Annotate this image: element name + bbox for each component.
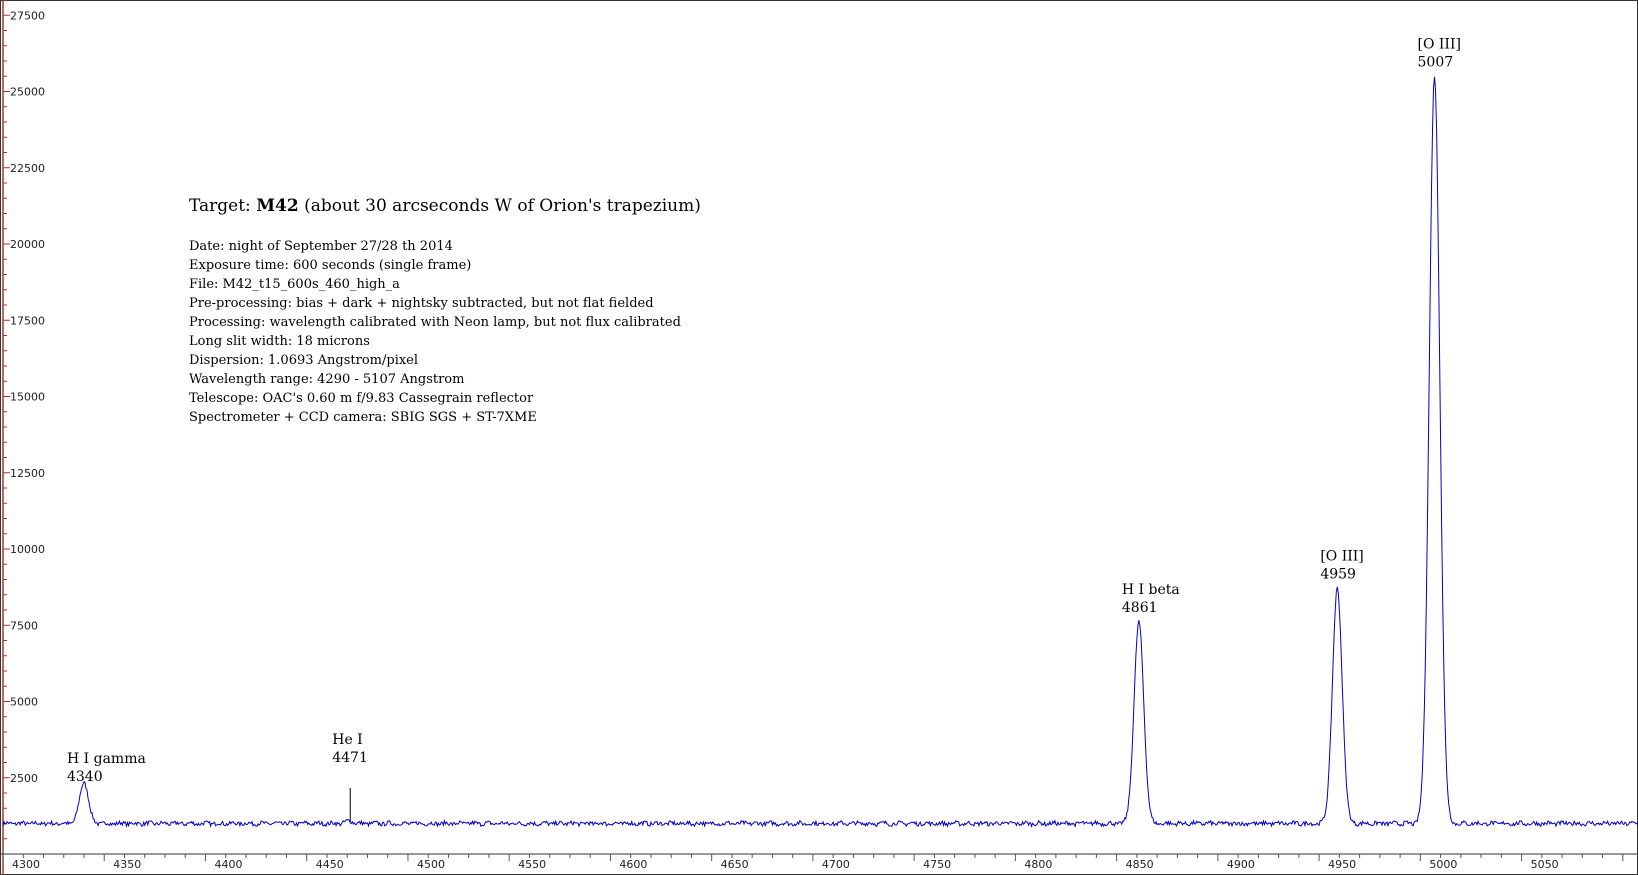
peak-label-name: H I beta [1122, 582, 1180, 598]
y-tick-label: 22500 [10, 162, 45, 175]
chart-border [0, 0, 1638, 875]
x-tick-label: 4900 [1227, 858, 1255, 871]
y-tick-label: 10000 [10, 543, 45, 556]
x-tick-label: 4450 [316, 858, 344, 871]
peak-label-wavelength: 4471 [332, 750, 368, 766]
target-title: Target: M42 (about 30 arcseconds W of Or… [189, 196, 701, 216]
x-tick-label: 4600 [619, 858, 647, 871]
info-line: Pre-processing: bias + dark + nightsky s… [189, 296, 654, 311]
y-tick-label: 12500 [10, 467, 45, 480]
x-tick-label: 4950 [1328, 858, 1356, 871]
peak-label-name: H I gamma [67, 751, 146, 767]
info-line: Processing: wavelength calibrated with N… [189, 315, 681, 330]
x-tick-label: 4400 [214, 858, 242, 871]
peak-label-name: [O III] [1418, 36, 1461, 52]
x-tick-label: 4750 [923, 858, 951, 871]
x-tick-label: 5050 [1531, 858, 1559, 871]
info-line: Telescope: OAC's 0.60 m f/9.83 Cassegrai… [189, 391, 534, 406]
x-tick-label: 4650 [721, 858, 749, 871]
peak-label-name: [O III] [1320, 549, 1363, 565]
y-tick-label: 20000 [10, 238, 45, 251]
info-line: Wavelength range: 4290 - 5107 Angstrom [189, 372, 464, 387]
peak-label-wavelength: 4959 [1320, 567, 1356, 583]
info-line: Date: night of September 27/28 th 2014 [189, 239, 453, 254]
info-line: Spectrometer + CCD camera: SBIG SGS + ST… [189, 410, 537, 425]
x-tick-label: 4300 [12, 858, 40, 871]
info-line: Dispersion: 1.0693 Angstrom/pixel [189, 353, 418, 368]
spectrum-chart: 2500 5000 7500 10000 12500 15000 17500 20000 225… [0, 0, 1638, 875]
info-line: Exposure time: 600 seconds (single frame… [189, 258, 471, 273]
x-tick-label: 4350 [113, 858, 141, 871]
x-tick-label: 4850 [1126, 858, 1154, 871]
y-tick-label: 2500 [10, 772, 38, 785]
x-tick-label: 4550 [518, 858, 546, 871]
x-tick-label: 4700 [822, 858, 850, 871]
target-suffix: (about 30 arcseconds W of Orion's trapez… [299, 196, 701, 216]
target-name: M42 [256, 196, 298, 216]
x-tick-label: 5000 [1429, 858, 1457, 871]
y-tick-label: 17500 [10, 314, 45, 327]
info-line: File: M42_t15_600s_460_high_a [189, 277, 400, 292]
info-line: Long slit width: 18 microns [189, 334, 370, 349]
y-tick-label: 15000 [10, 391, 45, 404]
y-tick-label: 5000 [10, 696, 38, 709]
y-tick-label: 7500 [10, 619, 38, 632]
peak-label-wavelength: 4340 [67, 769, 103, 785]
peak-label-wavelength: 5007 [1418, 54, 1454, 70]
target-prefix: Target: [189, 196, 256, 216]
y-tick-label: 27500 [10, 9, 45, 22]
peak-label-name: He I [332, 732, 362, 748]
x-tick-label: 4800 [1024, 858, 1052, 871]
y-tick-label: 25000 [10, 86, 45, 99]
x-tick-label: 4500 [417, 858, 445, 871]
peak-label-wavelength: 4861 [1122, 600, 1158, 616]
spectrum-svg: 2500 5000 7500 10000 12500 15000 17500 20000 225… [0, 0, 1638, 875]
